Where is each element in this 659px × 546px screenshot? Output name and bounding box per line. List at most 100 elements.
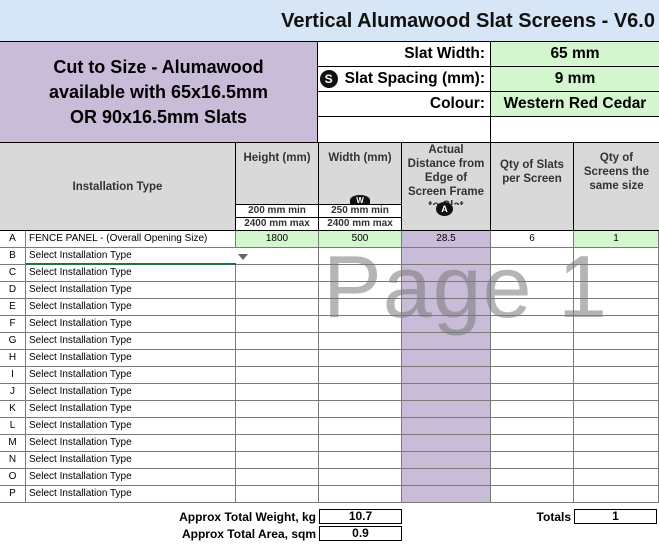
installation-type-select[interactable]: Select Installation Type	[26, 350, 236, 367]
distance-value	[402, 435, 491, 452]
height-input[interactable]	[236, 333, 319, 350]
qty-screens-input[interactable]	[574, 299, 659, 316]
qty-slats-value	[491, 469, 574, 486]
table-row: K Select Installation Type	[0, 401, 659, 418]
width-input[interactable]	[319, 367, 402, 384]
width-input[interactable]	[319, 418, 402, 435]
qty-screens-input[interactable]	[574, 486, 659, 503]
distance-value	[402, 384, 491, 401]
qty-screens-input[interactable]	[574, 248, 659, 265]
height-input[interactable]	[236, 418, 319, 435]
qty-slats-value	[491, 333, 574, 350]
height-input[interactable]	[236, 316, 319, 333]
width-input[interactable]	[319, 282, 402, 299]
row-letter: I	[0, 367, 26, 384]
distance-value	[402, 418, 491, 435]
qty-screens-input[interactable]	[574, 401, 659, 418]
height-input[interactable]: 1800	[236, 231, 319, 248]
distance-value	[402, 282, 491, 299]
slat-width-value[interactable]: 65 mm	[491, 42, 659, 67]
qty-slats-value	[491, 265, 574, 282]
installation-type-select[interactable]: Select Installation Type	[26, 469, 236, 486]
width-input[interactable]	[319, 350, 402, 367]
installation-type-select[interactable]: Select Installation Type	[26, 248, 236, 265]
table-row: N Select Installation Type	[0, 452, 659, 469]
dropdown-arrow-icon[interactable]	[234, 249, 252, 264]
height-input[interactable]	[236, 486, 319, 503]
installation-type-select[interactable]: Select Installation Type	[26, 333, 236, 350]
table-row: A FENCE PANEL - (Overall Opening Size) 180…	[0, 231, 659, 248]
qty-slats-value	[491, 282, 574, 299]
width-input[interactable]	[319, 248, 402, 265]
qty-screens-input[interactable]: 1	[574, 231, 659, 248]
blank-cell	[491, 117, 659, 143]
height-input[interactable]	[236, 350, 319, 367]
width-input[interactable]	[319, 469, 402, 486]
distance-value	[402, 469, 491, 486]
width-input[interactable]	[319, 435, 402, 452]
width-input[interactable]	[319, 299, 402, 316]
installation-type-select[interactable]: Select Installation Type	[26, 367, 236, 384]
qty-screens-input[interactable]	[574, 265, 659, 282]
height-input[interactable]	[236, 299, 319, 316]
blank-cell	[318, 117, 491, 143]
height-max: 2400 mm max	[236, 218, 319, 231]
qty-slats-value	[491, 299, 574, 316]
table-row: L Select Installation Type	[0, 418, 659, 435]
height-input[interactable]	[236, 452, 319, 469]
distance-value	[402, 367, 491, 384]
installation-type-select[interactable]: Select Installation Type	[26, 401, 236, 418]
height-input[interactable]	[236, 367, 319, 384]
width-input[interactable]	[319, 452, 402, 469]
width-input[interactable]	[319, 384, 402, 401]
installation-type-select[interactable]: Select Installation Type	[26, 452, 236, 469]
qty-screens-input[interactable]	[574, 384, 659, 401]
qty-screens-input[interactable]	[574, 435, 659, 452]
height-input[interactable]	[236, 435, 319, 452]
slat-spacing-value[interactable]: 9 mm	[491, 67, 659, 92]
qty-screens-input[interactable]	[574, 316, 659, 333]
installation-type-select[interactable]: Select Installation Type	[26, 316, 236, 333]
installation-type-select[interactable]: Select Installation Type	[26, 418, 236, 435]
qty-slats-value	[491, 384, 574, 401]
qty-screens-input[interactable]	[574, 350, 659, 367]
qty-slats-value: 6	[491, 231, 574, 248]
qty-screens-input[interactable]	[574, 469, 659, 486]
height-input[interactable]	[236, 401, 319, 418]
page-title: Vertical Alumawood Slat Screens - V6.0	[281, 10, 655, 32]
height-input[interactable]	[236, 265, 319, 282]
qty-screens-input[interactable]	[574, 418, 659, 435]
installation-type-select[interactable]: FENCE PANEL - (Overall Opening Size)	[26, 231, 236, 248]
width-input[interactable]	[319, 265, 402, 282]
header-height: Height (mm)	[236, 143, 319, 205]
width-badge-icon: W	[350, 195, 370, 204]
height-input[interactable]	[236, 469, 319, 486]
width-input[interactable]	[319, 486, 402, 503]
distance-badge-icon: A	[436, 202, 453, 216]
header-width-label: Width (mm)	[328, 152, 392, 164]
width-input[interactable]: 500	[319, 231, 402, 248]
installation-type-select[interactable]: Select Installation Type	[26, 282, 236, 299]
qty-screens-input[interactable]	[574, 452, 659, 469]
table-row: G Select Installation Type	[0, 333, 659, 350]
installation-type-select[interactable]: Select Installation Type	[26, 265, 236, 282]
table-row: E Select Installation Type	[0, 299, 659, 316]
distance-value	[402, 401, 491, 418]
installation-type-select[interactable]: Select Installation Type	[26, 486, 236, 503]
height-input[interactable]	[236, 282, 319, 299]
qty-screens-input[interactable]	[574, 333, 659, 350]
installation-type-select[interactable]: Select Installation Type	[26, 299, 236, 316]
qty-screens-input[interactable]	[574, 367, 659, 384]
installation-type-select[interactable]: Select Installation Type	[26, 435, 236, 452]
qty-screens-input[interactable]	[574, 282, 659, 299]
distance-value	[402, 333, 491, 350]
width-input[interactable]	[319, 316, 402, 333]
width-input[interactable]	[319, 333, 402, 350]
slat-spacing-label: Slat Spacing (mm):	[344, 70, 485, 87]
width-input[interactable]	[319, 401, 402, 418]
installation-type-select[interactable]: Select Installation Type	[26, 384, 236, 401]
distance-value	[402, 248, 491, 265]
row-letter: P	[0, 486, 26, 503]
height-input[interactable]	[236, 384, 319, 401]
colour-value[interactable]: Western Red Cedar	[491, 92, 659, 117]
